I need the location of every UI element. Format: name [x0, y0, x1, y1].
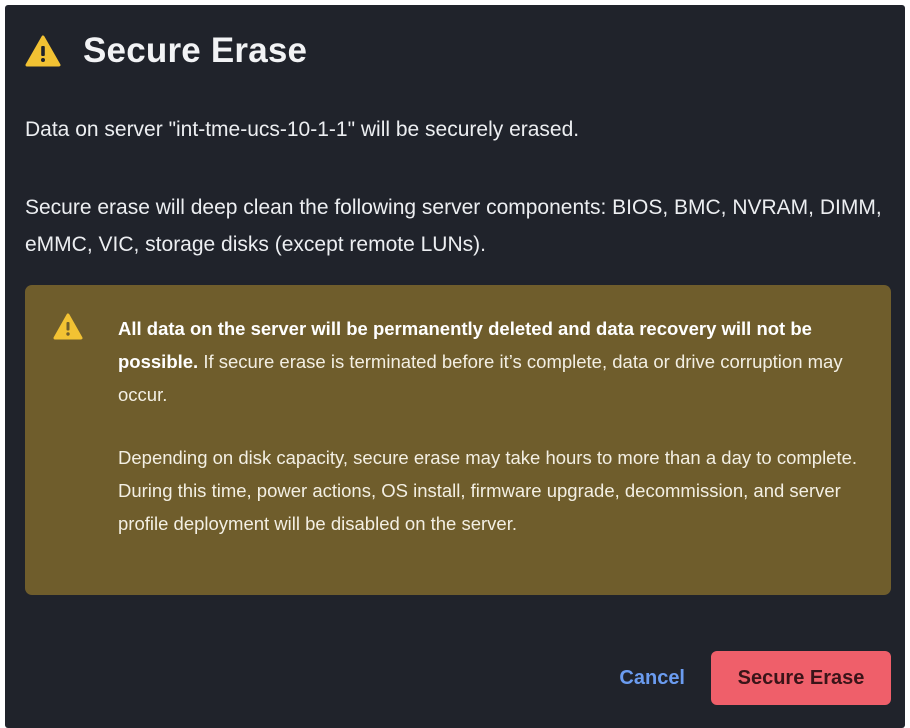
cancel-button[interactable]: Cancel	[619, 667, 685, 690]
warning-text: All data on the server will be permanent…	[118, 312, 878, 540]
secure-erase-button[interactable]: Secure Erase	[711, 651, 891, 705]
warning-banner: All data on the server will be permanent…	[25, 285, 891, 595]
warning-triangle-icon	[53, 313, 83, 340]
warning-triangle-icon	[25, 35, 61, 67]
components-message: Secure erase will deep clean the followi…	[25, 196, 882, 256]
warning-regular-text: If secure erase is terminated before it’…	[118, 351, 843, 405]
secure-erase-dialog: Secure Erase Data on server "int-tme-ucs…	[5, 5, 905, 728]
server-erase-message: Data on server "int-tme-ucs-10-1-1" will…	[25, 118, 580, 141]
warning-paragraph-1: All data on the server will be permanent…	[118, 312, 878, 411]
dialog-title: Secure Erase	[83, 31, 308, 70]
dialog-header: Secure Erase	[25, 31, 307, 71]
warning-paragraph-2: Depending on disk capacity, secure erase…	[118, 447, 858, 534]
dialog-footer: Cancel Secure Erase	[619, 651, 891, 705]
